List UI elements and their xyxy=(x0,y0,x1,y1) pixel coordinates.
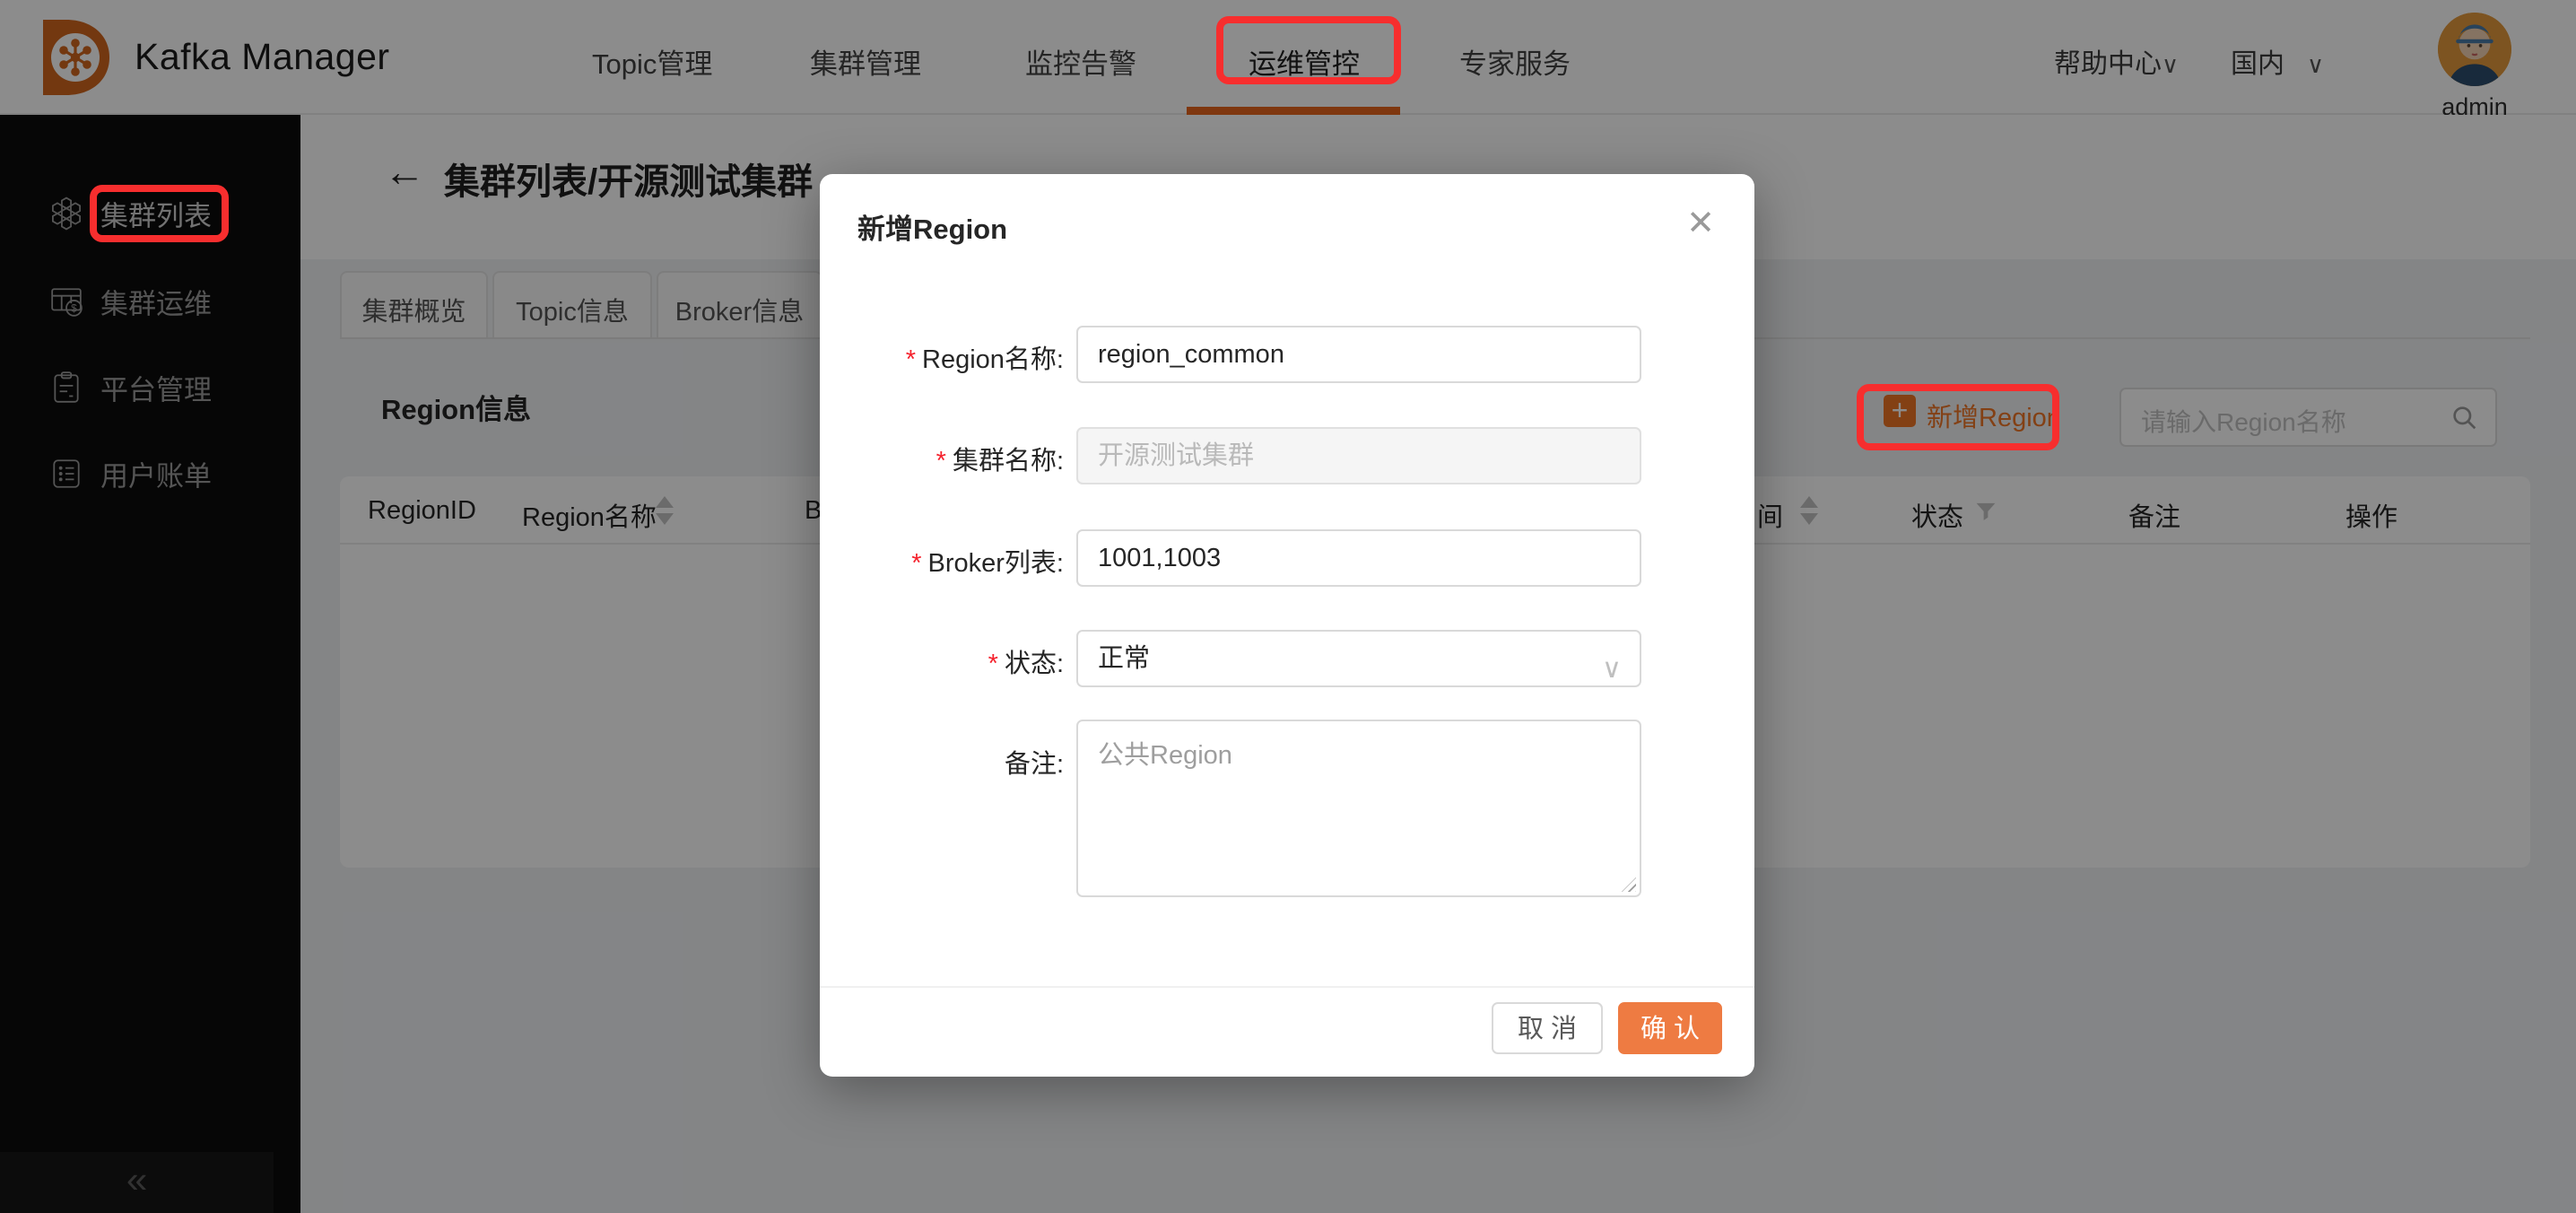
field-label: 备注: xyxy=(1004,750,1064,779)
remark-value: 公共Region xyxy=(1098,741,1232,770)
kafka-manager-app: Kafka Manager Topic管理 集群管理 监控告警 运维管控 专家服… xyxy=(0,0,2576,1213)
status-select-value: 正常 xyxy=(1098,644,1151,673)
cancel-button[interactable]: 取 消 xyxy=(1492,1002,1603,1054)
required-mark: * xyxy=(911,549,922,578)
broker-list-input[interactable]: 1001,1003 xyxy=(1076,529,1641,587)
remark-textarea[interactable]: 公共Region xyxy=(1076,720,1641,897)
required-mark: * xyxy=(905,345,917,374)
required-mark: * xyxy=(936,447,946,476)
add-region-modal: 新增Region ✕ * Region名称: region_common * 集群名… xyxy=(820,174,1754,1077)
chevron-down-icon: ∨ xyxy=(1602,654,1622,684)
required-mark: * xyxy=(988,650,998,678)
field-label: * Region名称: xyxy=(905,345,1064,374)
confirm-button[interactable]: 确 认 xyxy=(1618,1002,1722,1054)
field-label: * 状态: xyxy=(988,650,1064,678)
status-select[interactable]: 正常 ∨ xyxy=(1076,630,1641,687)
field-label: * 集群名称: xyxy=(936,447,1064,476)
resize-handle-icon[interactable] xyxy=(1622,877,1636,892)
region-name-input[interactable]: region_common xyxy=(1076,326,1641,383)
modal-footer-divider xyxy=(820,986,1754,988)
close-icon[interactable]: ✕ xyxy=(1686,203,1715,243)
field-label: * Broker列表: xyxy=(911,549,1064,578)
modal-title: 新增Region xyxy=(857,214,1008,245)
cluster-name-input-disabled: 开源测试集群 xyxy=(1076,427,1641,484)
